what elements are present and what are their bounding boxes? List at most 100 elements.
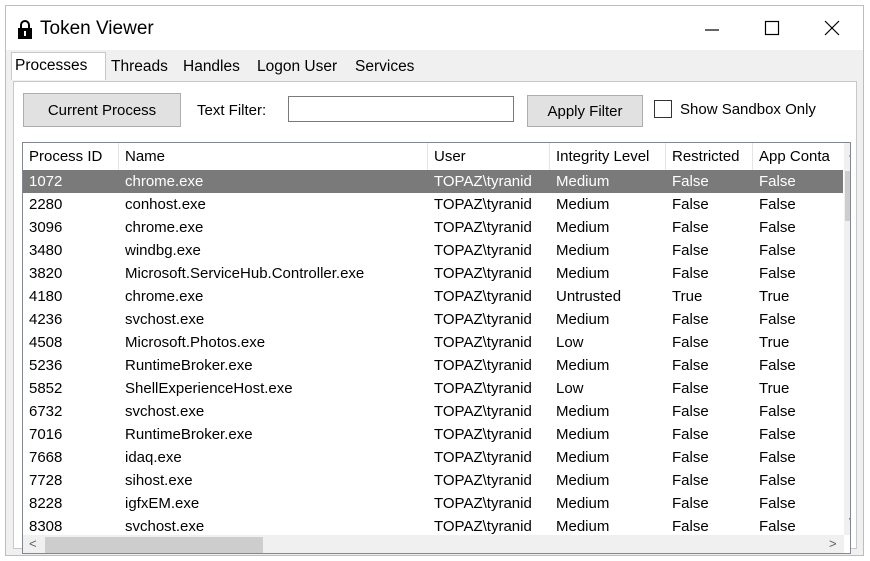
token-viewer-window: Token Viewer Processes Threads Handles L… [5,5,864,556]
cell-app-container: False [759,219,796,236]
cell-restricted: False [672,242,709,259]
scroll-right-icon[interactable]: > [829,536,837,551]
close-icon [824,20,840,36]
tab-logon-user[interactable]: Logon User [254,56,350,78]
table-row[interactable]: 4508 Microsoft.Photos.exe TOPAZ\tyranid Low… [23,331,843,354]
cell-integrity-level: Medium [556,403,610,420]
text-filter-label: Text Filter: [197,102,267,119]
cell-app-container: False [759,242,796,259]
apply-filter-button[interactable]: Apply Filter [527,95,643,127]
cell-restricted: False [672,426,709,443]
cell-integrity-level: Medium [556,449,610,466]
title-bar[interactable]: Token Viewer [6,6,863,50]
cell-name: chrome.exe [125,288,204,305]
column-header-integrity-level[interactable]: Integrity Level [550,143,666,170]
show-sandbox-only-checkbox[interactable] [654,100,672,118]
table-row[interactable]: 5236 RuntimeBroker.exe TOPAZ\tyranid Medium… [23,354,843,377]
table-row[interactable]: 2280 conhost.exe TOPAZ\tyranid Medium False F… [23,193,843,216]
cell-integrity-level: Low [556,334,584,351]
cell-user: TOPAZ\tyranid [434,196,532,213]
cell-process-id: 8228 [29,495,63,512]
table-row[interactable]: 7668 idaq.exe TOPAZ\tyranid Medium False Fals… [23,446,843,469]
cell-user: TOPAZ\tyranid [434,219,532,236]
vertical-scrollbar[interactable]: ^ v [844,143,850,535]
column-header-process-id[interactable]: Process ID [23,143,119,170]
table-row[interactable]: 5852 ShellExperienceHost.exe TOPAZ\tyranid… [23,377,843,400]
cell-name: Microsoft.Photos.exe [125,334,266,351]
current-process-button[interactable]: Current Process [23,93,181,127]
cell-process-id: 7668 [29,449,63,466]
cell-name: conhost.exe [125,196,206,213]
cell-process-id: 4236 [29,311,63,328]
process-list[interactable]: Process ID Name User Integrity Level Res… [22,142,851,554]
cell-integrity-level: Medium [556,173,610,190]
table-row[interactable]: 8228 igfxEM.exe TOPAZ\tyranid Medium False Fa… [23,492,843,515]
cell-user: TOPAZ\tyranid [434,495,532,512]
cell-app-container: False [759,265,796,282]
tab-services[interactable]: Services [352,56,426,78]
table-row[interactable]: 3480 windbg.exe TOPAZ\tyranid Medium False Fa… [23,239,843,262]
scroll-up-icon[interactable]: ^ [849,149,850,164]
cell-user: TOPAZ\tyranid [434,288,532,305]
column-header-app-container[interactable]: App Conta [753,143,843,170]
tab-handles[interactable]: Handles [180,56,252,78]
horizontal-scrollbar[interactable]: < > [23,535,844,553]
table-row[interactable]: 4236 svchost.exe TOPAZ\tyranid Medium False F… [23,308,843,331]
table-row[interactable]: 6732 svchost.exe TOPAZ\tyranid Medium False F… [23,400,843,423]
show-sandbox-only-label: Show Sandbox Only [680,101,816,118]
cell-process-id: 7016 [29,426,63,443]
cell-integrity-level: Medium [556,311,610,328]
column-header-restricted[interactable]: Restricted [666,143,753,170]
cell-name: svchost.exe [125,403,205,420]
cell-name: windbg.exe [125,242,201,259]
table-row[interactable]: 1072 chrome.exe TOPAZ\tyranid Medium False Fa… [23,170,843,193]
cell-integrity-level: Medium [556,219,610,236]
cell-user: TOPAZ\tyranid [434,357,532,374]
cell-integrity-level: Medium [556,495,610,512]
tab-threads[interactable]: Threads [108,56,178,78]
cell-restricted: False [672,357,709,374]
cell-name: chrome.exe [125,219,204,236]
cell-restricted: False [672,472,709,489]
column-header-user[interactable]: User [428,143,550,170]
table-row[interactable]: 3096 chrome.exe TOPAZ\tyranid Medium False Fa… [23,216,843,239]
table-row[interactable]: 4180 chrome.exe TOPAZ\tyranid Untrusted True… [23,285,843,308]
cell-process-id: 5852 [29,380,63,397]
table-row[interactable]: 3820 Microsoft.ServiceHub.Controller.exe T… [23,262,843,285]
cell-app-container: False [759,196,796,213]
cell-name: Microsoft.ServiceHub.Controller.exe [125,265,365,282]
cell-restricted: False [672,219,709,236]
tab-processes[interactable]: Processes [11,52,106,80]
cell-user: TOPAZ\tyranid [434,265,532,282]
horizontal-scroll-thumb[interactable] [45,537,263,553]
cell-process-id: 3480 [29,242,63,259]
cell-restricted: False [672,449,709,466]
cell-app-container: True [759,334,790,351]
cell-process-id: 1072 [29,173,63,190]
scroll-down-icon[interactable]: v [849,513,850,528]
scroll-left-icon[interactable]: < [29,536,37,551]
column-header-name[interactable]: Name [119,143,428,170]
cell-app-container: False [759,426,796,443]
table-row[interactable]: 7016 RuntimeBroker.exe TOPAZ\tyranid Medium… [23,423,843,446]
cell-integrity-level: Low [556,380,584,397]
cell-process-id: 5236 [29,357,63,374]
minimize-button[interactable] [682,6,742,50]
vertical-scroll-thumb[interactable] [845,171,850,221]
cell-process-id: 2280 [29,196,63,213]
cell-restricted: False [672,311,709,328]
maximize-button[interactable] [742,6,802,50]
cell-restricted: False [672,403,709,420]
cell-app-container: False [759,311,796,328]
close-button[interactable] [802,6,862,50]
window-title: Token Viewer [40,18,154,39]
cell-name: sihost.exe [125,472,193,489]
cell-integrity-level: Medium [556,196,610,213]
cell-name: chrome.exe [125,173,204,190]
tab-strip: Processes Threads Handles Logon User Ser… [6,52,863,82]
cell-process-id: 4180 [29,288,63,305]
cell-restricted: False [672,265,709,282]
text-filter-input[interactable] [288,96,514,122]
cell-restricted: False [672,380,709,397]
table-row[interactable]: 7728 sihost.exe TOPAZ\tyranid Medium False Fa… [23,469,843,492]
